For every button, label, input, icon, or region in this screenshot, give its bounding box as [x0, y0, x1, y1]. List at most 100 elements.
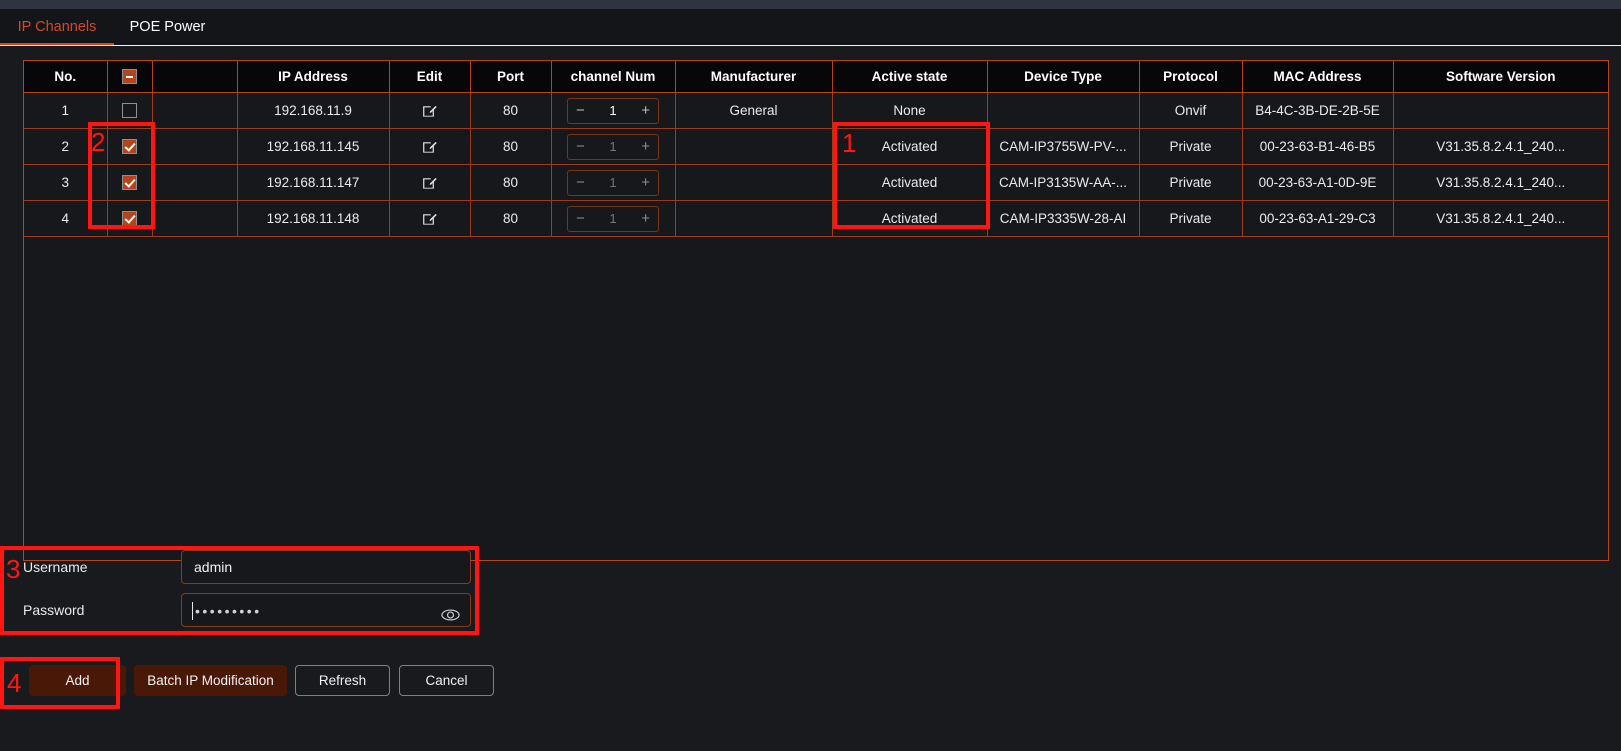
cell-select[interactable]: [107, 92, 153, 129]
cell-port: 80: [470, 164, 552, 201]
channel-num-stepper[interactable]: − 1 +: [567, 205, 659, 232]
select-all-minus-icon[interactable]: [122, 69, 137, 85]
ip-channels-table-container: No. IP Address Edit Port channel Num Man…: [23, 60, 1609, 561]
th-ip-address: IP Address: [237, 61, 390, 93]
cell-mac-address: 00-23-63-A1-0D-9E: [1242, 164, 1394, 201]
cell-select[interactable]: [107, 200, 153, 237]
software-version-value: V31.35.8.2.4.1_240...: [1436, 211, 1566, 226]
username-input[interactable]: [181, 550, 471, 584]
stepper-increment-button[interactable]: +: [641, 211, 650, 226]
cell-manufacturer: [675, 164, 833, 201]
port-value: 80: [502, 211, 519, 226]
text-caret: [192, 602, 193, 620]
cell-mac-address: 00-23-63-A1-29-C3: [1242, 200, 1394, 237]
channel-num-stepper[interactable]: − 1 +: [567, 169, 659, 196]
edit-pencil-icon[interactable]: [422, 139, 437, 154]
port-value: 80: [502, 139, 519, 154]
annotation-number-4: 4: [7, 668, 22, 698]
cell-no: 4: [24, 200, 108, 237]
cell-port: 80: [470, 200, 552, 237]
protocol-value: Private: [1169, 175, 1212, 190]
channel-num-value: 1: [609, 139, 617, 154]
cell-active-state: Activated: [832, 128, 988, 165]
cell-select[interactable]: [107, 164, 153, 201]
edit-pencil-icon[interactable]: [422, 103, 437, 118]
row-checkbox[interactable]: [122, 139, 137, 155]
cell-channel-num[interactable]: − 1 +: [551, 92, 676, 129]
cell-active-state: Activated: [832, 164, 988, 201]
th-active-state: Active state: [832, 61, 988, 93]
cell-port: 80: [470, 92, 552, 129]
protocol-value: Onvif: [1174, 103, 1207, 118]
cancel-button[interactable]: Cancel: [399, 665, 494, 696]
batch-ip-modification-button[interactable]: Batch IP Modification: [134, 665, 287, 696]
cell-channel-num[interactable]: − 1 +: [551, 200, 676, 237]
table-row[interactable]: 3 192.168.11.147 80 − 1 + Activated CAM-IP3135W…: [24, 164, 1608, 201]
cell-channel-num[interactable]: − 1 +: [551, 128, 676, 165]
row-number: 4: [61, 211, 69, 226]
table-row[interactable]: 4 192.168.11.148 80 − 1 + Activated CAM-IP3335W…: [24, 200, 1608, 237]
ip-channels-page: IP Channels POE Power No. IP Address Edi…: [0, 0, 1621, 751]
cell-active-state: Activated: [832, 200, 988, 237]
stepper-increment-button[interactable]: +: [641, 139, 650, 154]
password-input[interactable]: •••••••••: [181, 593, 471, 627]
mac-address-value: B4-4C-3B-DE-2B-5E: [1255, 103, 1380, 118]
stepper-decrement-button[interactable]: −: [576, 211, 585, 226]
th-edit-label: Edit: [416, 69, 443, 84]
th-ip-address-label: IP Address: [278, 69, 348, 84]
mac-address-value: 00-23-63-A1-0D-9E: [1258, 175, 1377, 190]
device-type-value: CAM-IP3335W-28-AI: [999, 211, 1127, 226]
cell-manufacturer: General: [675, 92, 833, 129]
cell-active-state: None: [832, 92, 988, 129]
th-blank: [152, 61, 238, 93]
table-row[interactable]: 1 192.168.11.9 80 − 1 + General None Onvif B4-4C-…: [24, 92, 1608, 129]
th-manufacturer: Manufacturer: [675, 61, 833, 93]
edit-pencil-icon[interactable]: [422, 211, 437, 226]
tab-ip-channels[interactable]: IP Channels: [0, 9, 114, 45]
stepper-decrement-button[interactable]: −: [576, 175, 585, 190]
edit-pencil-icon[interactable]: [422, 175, 437, 190]
cell-device-type: [987, 92, 1140, 129]
channel-num-stepper[interactable]: − 1 +: [567, 133, 659, 160]
ip-address-value: 192.168.11.9: [274, 103, 352, 118]
software-version-value: V31.35.8.2.4.1_240...: [1436, 139, 1566, 154]
cell-edit[interactable]: [389, 128, 471, 165]
active-state-value: Activated: [881, 139, 938, 154]
row-checkbox[interactable]: [122, 211, 137, 227]
cell-device-type: CAM-IP3335W-28-AI: [987, 200, 1140, 237]
cell-software-version: V31.35.8.2.4.1_240...: [1393, 200, 1608, 237]
eye-icon[interactable]: [441, 602, 460, 634]
cell-software-version: [1393, 92, 1608, 129]
cell-manufacturer: [675, 128, 833, 165]
mac-address-value: 00-23-63-A1-29-C3: [1259, 211, 1376, 226]
stepper-increment-button[interactable]: +: [641, 103, 650, 118]
stepper-increment-button[interactable]: +: [641, 175, 650, 190]
cell-no: 1: [24, 92, 108, 129]
cell-edit[interactable]: [389, 200, 471, 237]
row-checkbox[interactable]: [122, 103, 137, 119]
cell-edit[interactable]: [389, 92, 471, 129]
cell-port: 80: [470, 128, 552, 165]
channel-num-stepper[interactable]: − 1 +: [567, 97, 659, 124]
th-select-all[interactable]: [107, 61, 153, 93]
th-device-type: Device Type: [987, 61, 1140, 93]
username-label: Username: [23, 559, 88, 575]
add-button[interactable]: Add: [29, 665, 126, 696]
password-label: Password: [23, 602, 85, 618]
cell-edit[interactable]: [389, 164, 471, 201]
th-manufacturer-label: Manufacturer: [710, 69, 797, 84]
stepper-decrement-button[interactable]: −: [576, 103, 585, 118]
cell-select[interactable]: [107, 128, 153, 165]
device-type-value: CAM-IP3755W-PV-...: [999, 139, 1127, 154]
username-row: Username: [23, 550, 483, 584]
stepper-decrement-button[interactable]: −: [576, 139, 585, 154]
tab-poe-power[interactable]: POE Power: [120, 9, 215, 45]
cell-no: 3: [24, 164, 108, 201]
table-row[interactable]: 2 192.168.11.145 80 − 1 + Activated CAM-IP3755W…: [24, 128, 1608, 165]
refresh-button[interactable]: Refresh: [295, 665, 390, 696]
table-header-row: No. IP Address Edit Port channel Num Man…: [24, 61, 1608, 93]
cell-channel-num[interactable]: − 1 +: [551, 164, 676, 201]
row-checkbox[interactable]: [122, 175, 137, 191]
cell-protocol: Private: [1139, 164, 1243, 201]
cell-no: 2: [24, 128, 108, 165]
